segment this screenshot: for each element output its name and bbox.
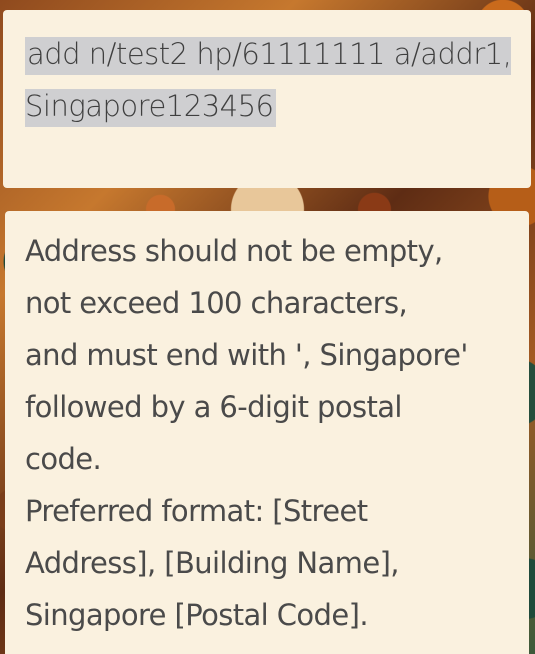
result-display: Address should not be empty, not exceed … [5, 211, 529, 654]
command-input[interactable]: add n/test2 hp/61111111 a/addr1, Singapo… [25, 28, 531, 132]
result-message: Address should not be empty, not exceed … [25, 234, 468, 632]
app-window: add n/test2 hp/61111111 a/addr1, Singapo… [0, 0, 535, 654]
command-input-selected-text[interactable]: add n/test2 hp/61111111 a/addr1, Singapo… [25, 37, 512, 127]
command-box[interactable]: add n/test2 hp/61111111 a/addr1, Singapo… [3, 10, 531, 188]
